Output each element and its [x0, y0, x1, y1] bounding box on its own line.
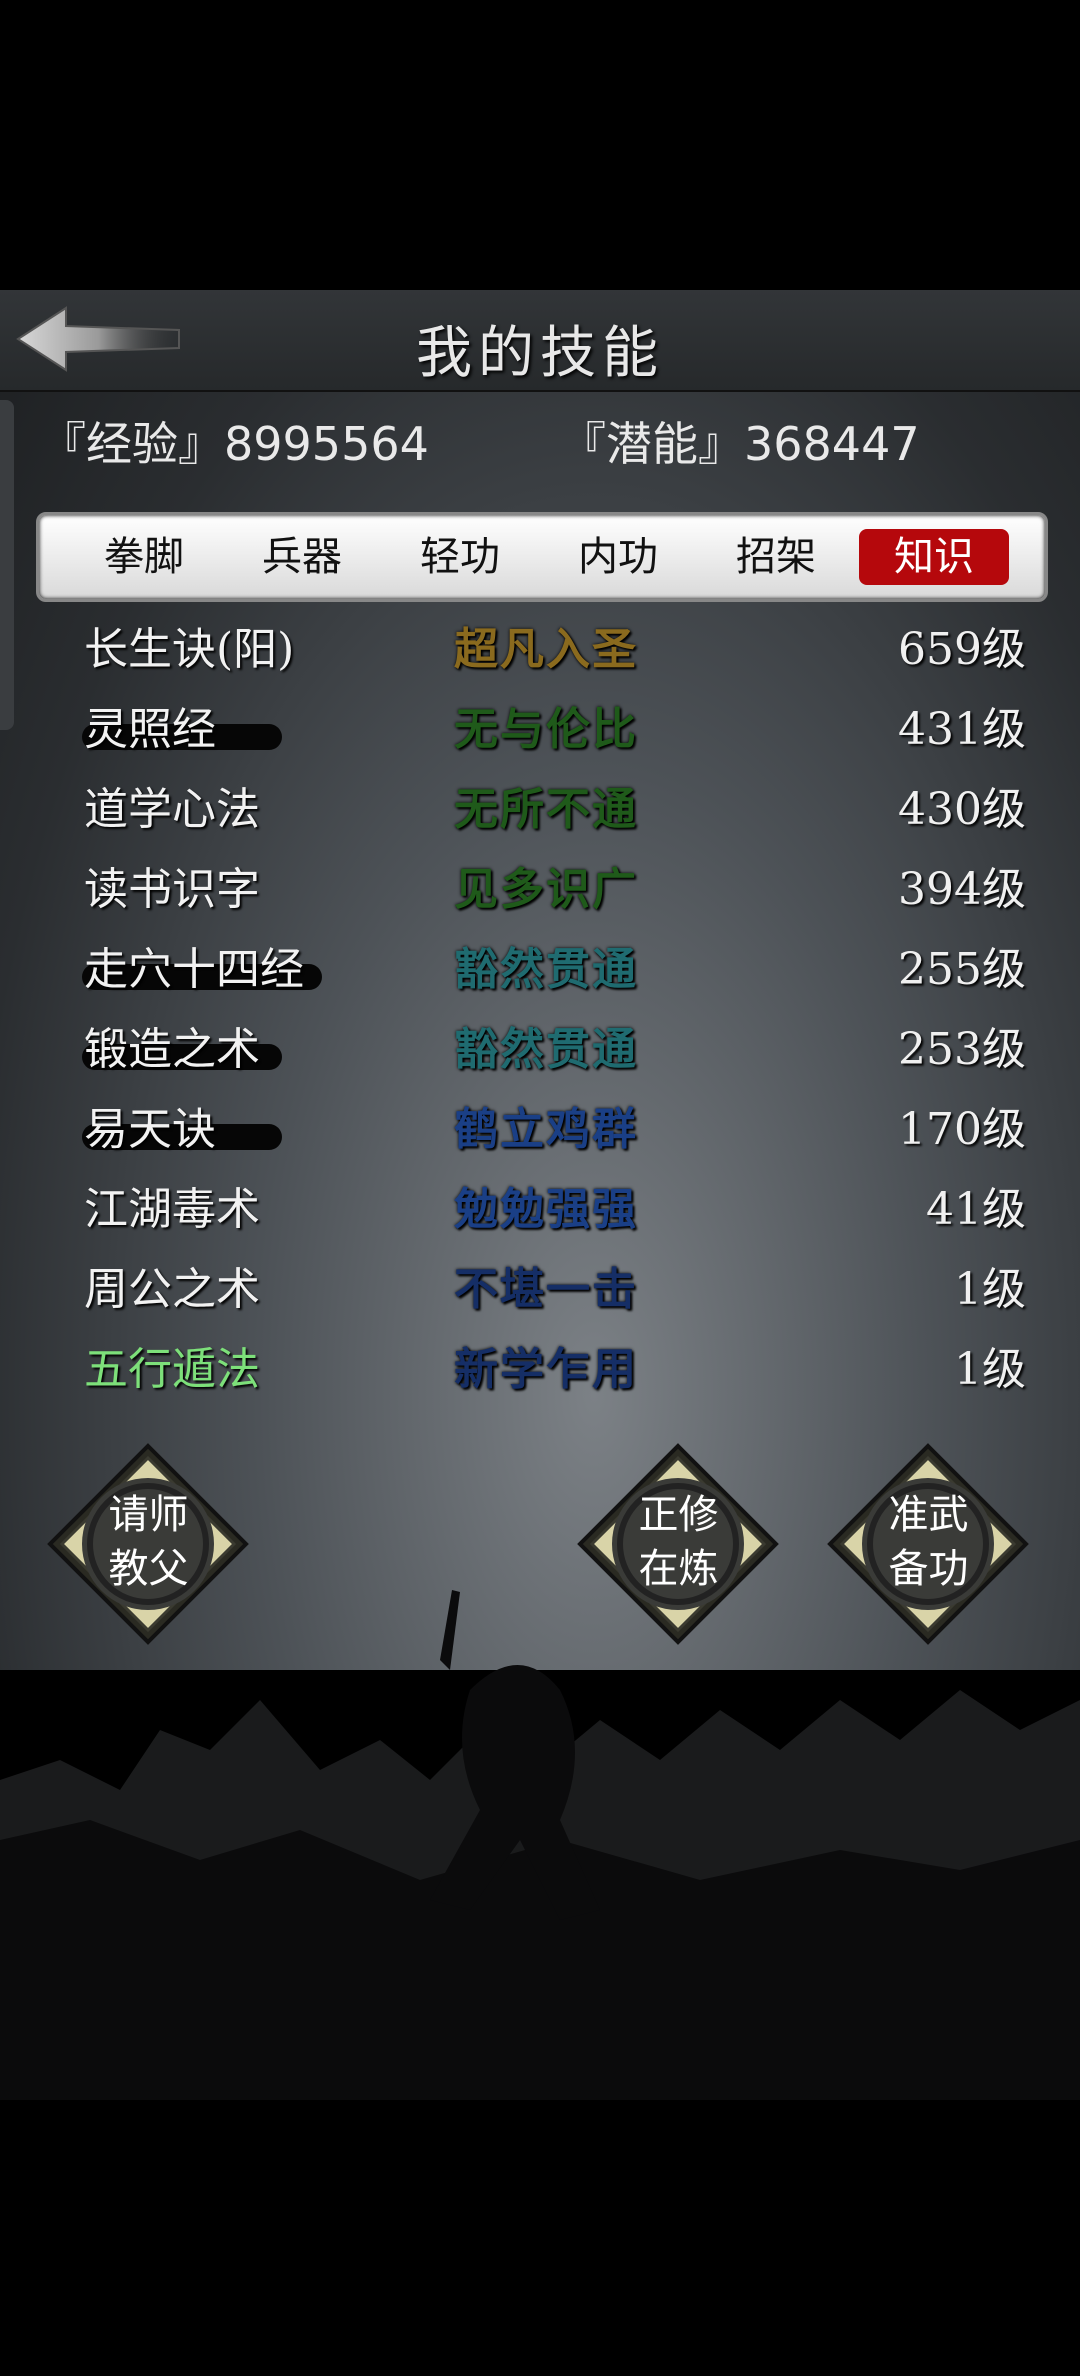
tab-lightness[interactable]: 轻功 — [385, 529, 535, 585]
skill-row[interactable]: 灵照经 无与伦比 431级 — [36, 690, 1046, 770]
skill-row[interactable]: 周公之术 不堪一击 1级 — [36, 1250, 1046, 1330]
skill-name: 长生诀(阳) — [84, 624, 295, 675]
experience-value: 8995564 — [224, 417, 429, 471]
skill-level: 1级 — [954, 1264, 1026, 1315]
header-bar: 我的技能 — [0, 290, 1080, 392]
skills-panel: 我的技能 『经验』8995564 『潜能』368447 拳脚 兵器 轻功 内功 … — [0, 290, 1080, 1670]
game-screen: 我的技能 『经验』8995564 『潜能』368447 拳脚 兵器 轻功 内功 … — [0, 0, 1080, 2376]
skill-name: 易天诀 — [84, 1104, 216, 1155]
tab-fist[interactable]: 拳脚 — [69, 529, 219, 585]
skill-row[interactable]: 五行遁法 新学乍用 1级 — [36, 1330, 1046, 1410]
skill-name: 读书识字 — [84, 864, 260, 915]
skill-name: 江湖毒术 — [84, 1184, 260, 1235]
skill-name: 锻造之术 — [84, 1024, 260, 1075]
skill-rank: 豁然贯通 — [454, 944, 638, 995]
skill-row[interactable]: 走穴十四经 豁然贯通 255级 — [36, 930, 1046, 1010]
skill-level: 170级 — [898, 1104, 1026, 1155]
skill-level: 394级 — [898, 864, 1026, 915]
skill-row[interactable]: 锻造之术 豁然贯通 253级 — [36, 1010, 1046, 1090]
tab-knowledge[interactable]: 知识 — [859, 529, 1009, 585]
skill-name: 灵照经 — [84, 704, 216, 755]
skill-row[interactable]: 道学心法 无所不通 430级 — [36, 770, 1046, 850]
skill-category-tabs: 拳脚 兵器 轻功 内功 招架 知识 — [36, 512, 1048, 602]
seek-master-line1: 请师 — [108, 1492, 189, 1538]
skill-row[interactable]: 江湖毒术 勉勉强强 41级 — [36, 1170, 1046, 1250]
warrior-landscape-silhouette — [0, 1590, 1080, 2100]
skill-rank: 超凡入圣 — [454, 624, 638, 675]
skill-rank: 见多识广 — [454, 864, 638, 915]
potential-value: 368447 — [744, 417, 920, 471]
potential-label: 『潜能』 — [560, 417, 744, 471]
prepare-skill-line1: 准武 — [888, 1492, 969, 1538]
skill-rank: 不堪一击 — [454, 1264, 638, 1315]
stats-row: 『经验』8995564 『潜能』368447 — [40, 408, 1040, 471]
skill-rank: 豁然贯通 — [454, 1024, 638, 1075]
skill-rank: 鹤立鸡群 — [454, 1104, 638, 1155]
skill-name: 五行遁法 — [84, 1344, 260, 1395]
tab-inner[interactable]: 内功 — [543, 529, 693, 585]
tab-parry[interactable]: 招架 — [701, 529, 851, 585]
tab-weapon[interactable]: 兵器 — [227, 529, 377, 585]
skill-rank: 无所不通 — [454, 784, 638, 835]
skill-level: 253级 — [898, 1024, 1026, 1075]
skill-rank: 新学乍用 — [454, 1344, 638, 1395]
skill-row[interactable]: 读书识字 见多识广 394级 — [36, 850, 1046, 930]
skill-name: 道学心法 — [84, 784, 260, 835]
skill-name: 周公之术 — [84, 1264, 260, 1315]
skill-level: 255级 — [898, 944, 1026, 995]
skill-row[interactable]: 易天诀 鹤立鸡群 170级 — [36, 1090, 1046, 1170]
practicing-line1: 正修 — [638, 1492, 719, 1538]
skill-rank: 无与伦比 — [454, 704, 638, 755]
experience-stat: 『经验』8995564 — [40, 408, 429, 474]
skill-row[interactable]: 长生诀(阳) 超凡入圣 659级 — [36, 610, 1046, 690]
skill-level: 431级 — [898, 704, 1026, 755]
page-title: 我的技能 — [416, 321, 664, 386]
skill-level: 1级 — [954, 1344, 1026, 1395]
potential-stat: 『潜能』368447 — [560, 408, 920, 474]
skill-name: 走穴十四经 — [84, 944, 304, 995]
skill-level: 41级 — [926, 1184, 1026, 1235]
skill-rank: 勉勉强强 — [454, 1184, 638, 1235]
side-drawer-handle[interactable] — [0, 400, 14, 730]
skill-level: 430级 — [898, 784, 1026, 835]
skill-level: 659级 — [898, 624, 1026, 675]
experience-label: 『经验』 — [40, 417, 224, 471]
